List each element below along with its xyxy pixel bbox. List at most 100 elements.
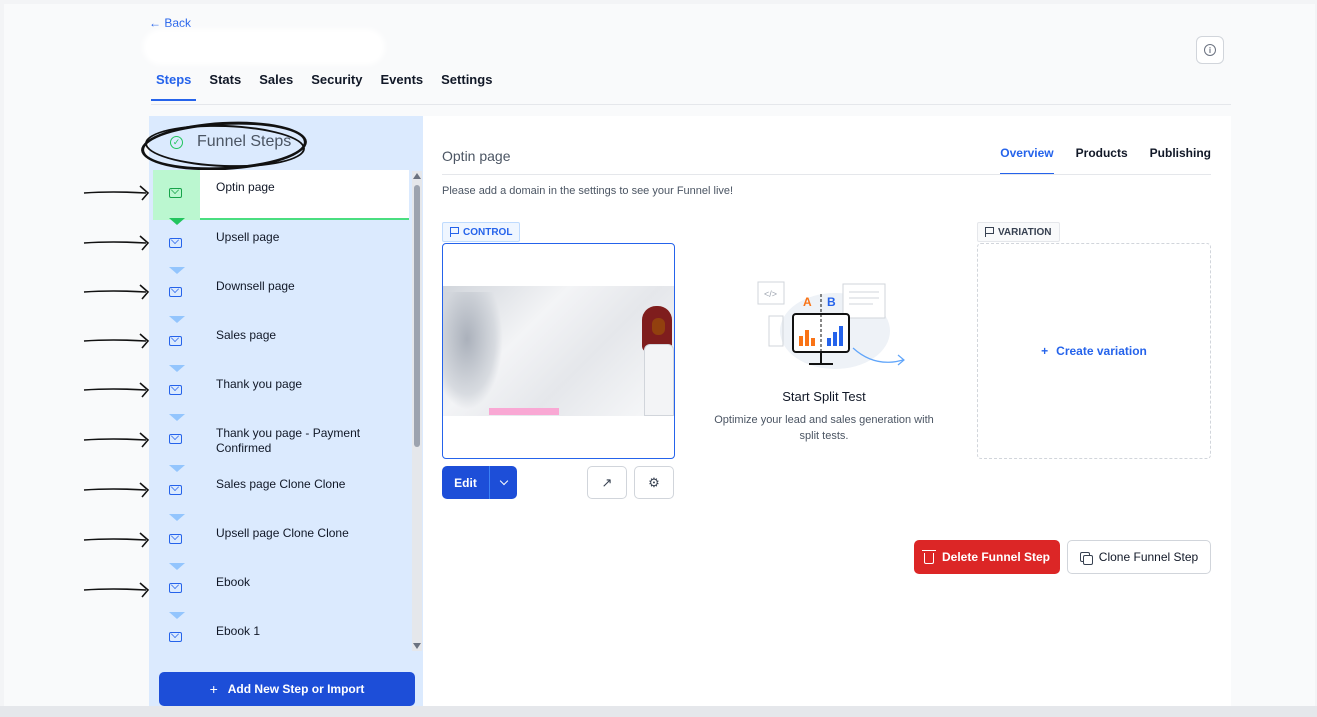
create-variation-button[interactable]: + Create variation <box>977 243 1211 459</box>
plus-icon: + <box>209 681 218 697</box>
tab-overview[interactable]: Overview <box>1000 146 1054 175</box>
step-item-downsell[interactable]: Downsell page <box>153 267 409 319</box>
open-external-button[interactable]: ↗ <box>587 466 627 499</box>
flag-icon <box>450 227 459 237</box>
step-item-sales-clone[interactable]: Sales page Clone Clone <box>153 465 409 517</box>
split-test-title: Start Split Test <box>782 389 866 404</box>
connector-arrow-icon <box>169 316 185 323</box>
step-tabs-divider <box>442 174 1211 175</box>
connector-arrow-icon <box>169 563 185 570</box>
connector-arrow-icon <box>169 414 185 421</box>
tab-events[interactable]: Events <box>376 72 429 101</box>
hand-drawn-arrow-annotation <box>83 284 150 300</box>
create-variation-label: Create variation <box>1056 344 1147 358</box>
step-label: Upsell page <box>216 230 280 244</box>
hand-drawn-arrow-annotation <box>83 333 150 349</box>
control-badge: CONTROL <box>442 222 521 242</box>
connector-arrow-icon <box>169 514 185 521</box>
mail-icon <box>169 238 182 248</box>
mail-icon <box>169 632 182 642</box>
mail-icon <box>169 434 182 444</box>
tab-products[interactable]: Products <box>1076 146 1128 175</box>
mail-icon <box>169 583 182 593</box>
info-button[interactable]: i <box>1196 36 1224 64</box>
mail-icon <box>169 385 182 395</box>
copy-icon <box>1079 551 1093 565</box>
step-settings-button[interactable]: ⚙ <box>634 466 674 499</box>
step-item-ebook[interactable]: Ebook <box>153 563 409 615</box>
hand-drawn-arrow-annotation <box>83 582 150 598</box>
step-item-ebook-1[interactable]: Ebook 1 <box>153 612 409 664</box>
control-page-preview[interactable] <box>442 243 675 459</box>
hand-drawn-arrow-annotation <box>83 382 150 398</box>
scroll-up-arrow-icon[interactable] <box>413 173 421 179</box>
edit-button-group: Edit <box>442 466 517 499</box>
step-item-thank-you-payment[interactable]: Thank you page - Payment Confirmed <box>153 414 409 466</box>
delete-funnel-step-button[interactable]: Delete Funnel Step <box>914 540 1060 574</box>
page: ← Back i Steps Stats Sales Security Even… <box>4 4 1315 706</box>
back-link[interactable]: ← Back <box>149 16 191 30</box>
step-item-thank-you[interactable]: Thank you page <box>153 365 409 417</box>
plus-icon: + <box>1041 344 1049 358</box>
chevron-down-icon <box>499 476 508 486</box>
tab-security[interactable]: Security <box>306 72 367 101</box>
redacted-funnel-title <box>146 32 382 62</box>
step-item-upsell-clone[interactable]: Upsell page Clone Clone <box>153 514 409 566</box>
trash-icon <box>921 549 936 564</box>
connector-arrow-icon <box>169 218 185 225</box>
step-rail <box>153 170 200 220</box>
tab-steps[interactable]: Steps <box>151 72 197 101</box>
step-label: Optin page <box>216 180 275 194</box>
tab-stats[interactable]: Stats <box>204 72 246 101</box>
steps-scrollbar[interactable] <box>412 171 422 651</box>
tab-settings[interactable]: Settings <box>436 72 497 101</box>
mail-icon <box>169 485 182 495</box>
add-new-step-label: Add New Step or Import <box>227 682 365 696</box>
info-icon: i <box>1204 44 1216 56</box>
edit-dropdown-toggle[interactable] <box>489 466 517 499</box>
page-thumbnail <box>443 286 674 416</box>
funnel-steps-sidebar: ✓ Funnel Steps Optin page Upsell page Do… <box>139 116 423 706</box>
top-tabs: Steps Stats Sales Security Events Settin… <box>151 72 505 101</box>
steps-list: Optin page Upsell page Downsell page Sal… <box>153 170 409 706</box>
mail-icon <box>169 534 182 544</box>
split-test-illustration: </> A B <box>757 281 905 369</box>
step-label: Downsell page <box>216 279 295 293</box>
connector-arrow-icon <box>169 365 185 372</box>
bottom-scroll-region <box>0 706 1317 717</box>
domain-notice: Please add a domain in the settings to s… <box>442 185 734 197</box>
delete-label: Delete Funnel Step <box>941 550 1051 564</box>
tab-sales[interactable]: Sales <box>254 72 298 101</box>
control-label: CONTROL <box>463 226 513 238</box>
mail-icon <box>169 336 182 346</box>
scroll-down-arrow-icon[interactable] <box>413 643 421 649</box>
split-test-description: Optimize your lead and sales generation … <box>714 414 934 442</box>
variant-a-label: A <box>803 295 812 309</box>
connector-arrow-icon <box>169 267 185 274</box>
mail-icon <box>169 188 182 198</box>
step-label: Upsell page Clone Clone <box>216 526 349 540</box>
gear-icon: ⚙ <box>648 474 660 490</box>
step-label: Sales page Clone Clone <box>216 477 346 491</box>
step-item-optin[interactable]: Optin page <box>153 170 409 220</box>
step-item-sales[interactable]: Sales page <box>153 316 409 368</box>
external-link-icon: ↗ <box>601 474 613 490</box>
add-new-step-button[interactable]: + Add New Step or Import <box>159 672 415 706</box>
variant-b-label: B <box>827 295 836 309</box>
variation-badge: VARIATION <box>977 222 1060 242</box>
svg-text:</>: </> <box>764 289 777 299</box>
step-item-upsell[interactable]: Upsell page <box>153 218 409 270</box>
sidebar-header: ✓ Funnel Steps <box>139 116 423 175</box>
connector-arrow-icon <box>169 612 185 619</box>
step-label: Thank you page - Payment Confirmed <box>216 426 361 455</box>
hand-drawn-arrow-annotation <box>83 482 150 498</box>
scroll-thumb[interactable] <box>414 185 420 447</box>
step-detail-panel: Optin page Overview Products Publishing … <box>423 116 1231 706</box>
tabs-divider <box>151 104 1231 105</box>
hand-drawn-arrow-annotation <box>83 185 150 201</box>
tab-publishing[interactable]: Publishing <box>1150 146 1211 175</box>
variation-label: VARIATION <box>998 226 1052 238</box>
step-tabs: Overview Products Publishing <box>1000 146 1211 175</box>
edit-button[interactable]: Edit <box>442 466 489 499</box>
clone-funnel-step-button[interactable]: Clone Funnel Step <box>1067 540 1211 574</box>
